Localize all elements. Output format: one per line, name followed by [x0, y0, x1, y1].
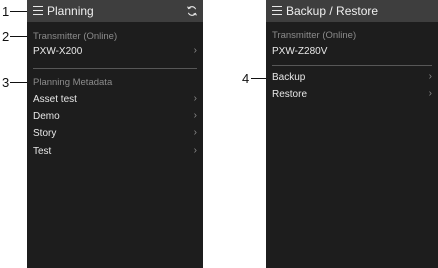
transmitter-section-label: Transmitter (Online): [272, 30, 357, 41]
list-item-test[interactable]: Test ›: [27, 144, 203, 161]
restore-label: Restore: [272, 89, 308, 100]
callout-1: 1: [2, 4, 10, 19]
transmitter-device-name: PXW-Z280V: [272, 46, 328, 57]
list-item-label: Asset test: [33, 94, 77, 105]
chevron-right-icon: ›: [193, 45, 197, 56]
divider: [33, 68, 197, 69]
page-title: Planning: [47, 4, 94, 18]
list-item-story[interactable]: Story ›: [27, 126, 203, 143]
planning-screen: Planning Transmitter (Online) PXW-X200 ›…: [27, 0, 203, 268]
callout-2: 2: [2, 29, 10, 44]
transmitter-section-label: Transmitter (Online): [33, 31, 118, 42]
list-item-demo[interactable]: Demo ›: [27, 109, 203, 126]
refresh-icon[interactable]: [186, 5, 198, 17]
list-item-asset-test[interactable]: Asset test ›: [27, 92, 203, 109]
transmitter-device-item[interactable]: PXW-X200 ›: [27, 44, 203, 61]
backup-item[interactable]: Backup ›: [266, 70, 438, 87]
planning-metadata-section-label: Planning Metadata: [33, 77, 113, 88]
page-title: Backup / Restore: [286, 4, 379, 18]
chevron-right-icon: ›: [193, 110, 197, 121]
planning-title-bar: Planning: [27, 0, 203, 22]
chevron-right-icon: ›: [428, 88, 432, 99]
transmitter-device-name: PXW-X200: [33, 46, 83, 57]
callout-4: 4: [242, 71, 250, 86]
chevron-right-icon: ›: [193, 93, 197, 104]
chevron-right-icon: ›: [193, 127, 197, 138]
list-item-label: Demo: [33, 111, 60, 122]
backup-label: Backup: [272, 72, 306, 83]
backup-restore-title-bar: Backup / Restore: [266, 0, 438, 22]
list-item-label: Test: [33, 146, 52, 157]
divider: [272, 65, 432, 66]
hamburger-menu-icon[interactable]: [272, 6, 282, 15]
chevron-right-icon: ›: [428, 71, 432, 82]
restore-item[interactable]: Restore ›: [266, 87, 438, 104]
chevron-right-icon: ›: [193, 145, 197, 156]
backup-restore-screen: Backup / Restore Transmitter (Online) PX…: [266, 0, 438, 268]
hamburger-menu-icon[interactable]: [33, 6, 43, 15]
list-item-label: Story: [33, 128, 57, 139]
callout-3: 3: [2, 75, 10, 90]
